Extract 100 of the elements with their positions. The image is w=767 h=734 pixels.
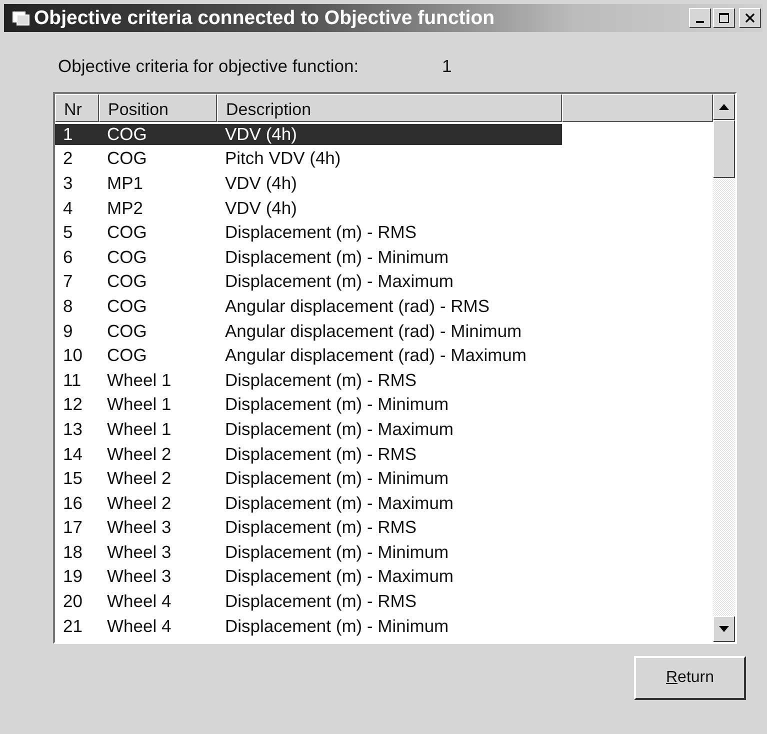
list-row[interactable]: 7 COG Displacement (m) - Maximum bbox=[55, 271, 562, 292]
table-cell-text: 12 bbox=[62, 394, 84, 416]
table-cell-text: Displacement (m) - RMS bbox=[224, 444, 418, 465]
table-cell-text: Displacement (m) - RMS bbox=[224, 591, 418, 612]
table-cell-text: Angular displacement (rad) - Maximum bbox=[224, 345, 528, 366]
scroll-down-button[interactable] bbox=[713, 616, 735, 642]
table-cell-text: Pitch VDV (4h) bbox=[224, 148, 342, 170]
table-cell-text: Displacement (m) - Minimum bbox=[224, 542, 450, 563]
table-cell-text: Displacement (m) - RMS bbox=[224, 370, 418, 391]
table-cell-text: COG bbox=[106, 345, 148, 366]
table-cell-text: COG bbox=[106, 271, 148, 292]
table-cell-text: MP2 bbox=[106, 198, 144, 219]
list-row[interactable]: 13 Wheel 1 Displacement (m) - Maximum bbox=[55, 418, 562, 440]
table-cell-text: Wheel 3 bbox=[106, 517, 172, 538]
table-cell-text: Wheel 4 bbox=[106, 616, 172, 637]
table-cell-text: Wheel 3 bbox=[106, 542, 172, 563]
column-header[interactable]: Description bbox=[217, 94, 562, 122]
up-arrow-icon bbox=[719, 104, 729, 110]
table-cell-text: 21 bbox=[62, 616, 84, 637]
table-cell-text: Displacement (m) - Minimum bbox=[224, 616, 450, 637]
list-row[interactable]: 10 COG Angular displacement (rad) - Maximum bbox=[55, 345, 562, 366]
list-row[interactable]: 4 MP2 VDV (4h) bbox=[55, 198, 562, 219]
list-row[interactable]: 6 COG Displacement (m) - Minimum bbox=[55, 246, 562, 268]
list-row[interactable]: 3 MP1 VDV (4h) bbox=[55, 172, 562, 194]
table-cell-text: 9 bbox=[62, 320, 74, 342]
column-header[interactable]: Position bbox=[99, 94, 217, 122]
list-row[interactable]: 17 Wheel 3 Displacement (m) - RMS bbox=[55, 517, 562, 538]
criteria-label: Objective criteria for objective function: bbox=[58, 56, 360, 78]
table-cell-text: 19 bbox=[62, 566, 84, 588]
window-icon bbox=[12, 10, 30, 26]
table-cell-text: MP1 bbox=[106, 172, 144, 194]
table-cell-text: Displacement (m) - Maximum bbox=[224, 271, 454, 292]
table-cell-text: 17 bbox=[62, 517, 84, 538]
list-row[interactable]: 9 COG Angular displacement (rad) - Minimum bbox=[55, 320, 562, 342]
table-cell-text: VDV (4h) bbox=[224, 198, 298, 219]
maximize-icon bbox=[718, 12, 730, 24]
table-cell-text: 6 bbox=[62, 246, 74, 268]
table-cell-text: Displacement (m) - Maximum bbox=[224, 566, 454, 588]
table-cell-text: Displacement (m) - RMS bbox=[224, 517, 418, 538]
close-button[interactable] bbox=[739, 8, 761, 28]
list-row[interactable]: 15 Wheel 2 Displacement (m) - Minimum bbox=[55, 468, 562, 490]
table-cell-text: 20 bbox=[62, 591, 84, 612]
table-cell-text: Angular displacement (rad) - RMS bbox=[224, 296, 491, 317]
list-row[interactable]: 2 COG Pitch VDV (4h) bbox=[55, 148, 562, 170]
list-row[interactable]: 8 COG Angular displacement (rad) - RMS bbox=[55, 296, 562, 317]
list-row[interactable]: 12 Wheel 1 Displacement (m) - Minimum bbox=[55, 394, 562, 416]
table-cell-text: Angular displacement (rad) - Minimum bbox=[224, 320, 523, 342]
table-cell-text: 10 bbox=[62, 345, 84, 366]
minimize-icon bbox=[696, 20, 704, 22]
table-cell-text: Wheel 2 bbox=[106, 492, 172, 514]
column-header[interactable]: Nr bbox=[55, 94, 99, 122]
list-row[interactable]: 16 Wheel 2 Displacement (m) - Maximum bbox=[55, 492, 562, 514]
table-cell-text: VDV (4h) bbox=[224, 124, 298, 145]
table-cell-text: COG bbox=[106, 320, 148, 342]
scroll-up-button[interactable] bbox=[713, 94, 735, 120]
table-cell-text: 2 bbox=[62, 148, 74, 170]
table-cell-text: Wheel 3 bbox=[106, 566, 172, 588]
table-cell-text: Wheel 2 bbox=[106, 444, 172, 465]
table-cell-text: Displacement (m) - Minimum bbox=[224, 468, 450, 490]
table-cell-text: 18 bbox=[62, 542, 84, 563]
table-cell-text: 3 bbox=[62, 172, 74, 194]
list-row[interactable]: 5 COG Displacement (m) - RMS bbox=[55, 222, 562, 244]
table-cell-text: COG bbox=[106, 222, 148, 244]
table-cell-text: 16 bbox=[62, 492, 84, 514]
table-cell-text: 14 bbox=[62, 444, 84, 465]
table-cell-text: Displacement (m) - Maximum bbox=[224, 418, 454, 440]
table-cell-text: VDV (4h) bbox=[224, 172, 298, 194]
list-row[interactable]: 18 Wheel 3 Displacement (m) - Minimum bbox=[55, 542, 562, 563]
selected-row[interactable]: 1 COG VDV (4h) bbox=[55, 124, 562, 145]
table-cell-text: Wheel 1 bbox=[106, 418, 172, 440]
table-cell-text: COG bbox=[106, 148, 148, 170]
scrollbar-thumb[interactable] bbox=[713, 120, 735, 178]
table-cell-text: 11 bbox=[62, 370, 82, 391]
table-cell-text: Wheel 1 bbox=[106, 394, 172, 416]
list-row[interactable]: 11 Wheel 1 Displacement (m) - RMS bbox=[55, 370, 562, 391]
list-row[interactable]: 14 Wheel 2 Displacement (m) - RMS bbox=[55, 444, 562, 465]
table-cell-text: 15 bbox=[62, 468, 84, 490]
table-cell-text: COG bbox=[106, 296, 148, 317]
table-cell-text: 5 bbox=[62, 222, 74, 244]
window-title: Objective criteria connected to Objective function bbox=[34, 6, 496, 30]
table-cell-text: Wheel 4 bbox=[106, 591, 172, 612]
table-cell-text: Wheel 2 bbox=[106, 468, 172, 490]
table-cell-text: 13 bbox=[62, 418, 84, 440]
table-cell-text: Displacement (m) - Maximum bbox=[224, 492, 454, 514]
minimize-button[interactable] bbox=[689, 8, 711, 28]
table-cell-text: 1 bbox=[62, 124, 74, 145]
list-row[interactable]: 19 Wheel 3 Displacement (m) - Maximum bbox=[55, 566, 562, 588]
table-cell-text: 8 bbox=[62, 296, 74, 317]
list-row[interactable]: 21 Wheel 4 Displacement (m) - Minimum bbox=[55, 616, 562, 637]
table-cell-text: Displacement (m) - RMS bbox=[224, 222, 418, 244]
function-number: 1 bbox=[442, 56, 452, 78]
table-cell-text: COG bbox=[106, 246, 148, 268]
table-cell-text: Displacement (m) - Minimum bbox=[224, 394, 450, 416]
down-arrow-icon bbox=[719, 626, 729, 632]
close-icon bbox=[745, 13, 755, 23]
list-row[interactable]: 20 Wheel 4 Displacement (m) - RMS bbox=[55, 591, 562, 612]
maximize-button[interactable] bbox=[713, 8, 735, 28]
return-button[interactable]: Return bbox=[634, 656, 746, 700]
table-cell-text: COG bbox=[106, 124, 148, 145]
table-cell-text: 4 bbox=[62, 198, 74, 219]
